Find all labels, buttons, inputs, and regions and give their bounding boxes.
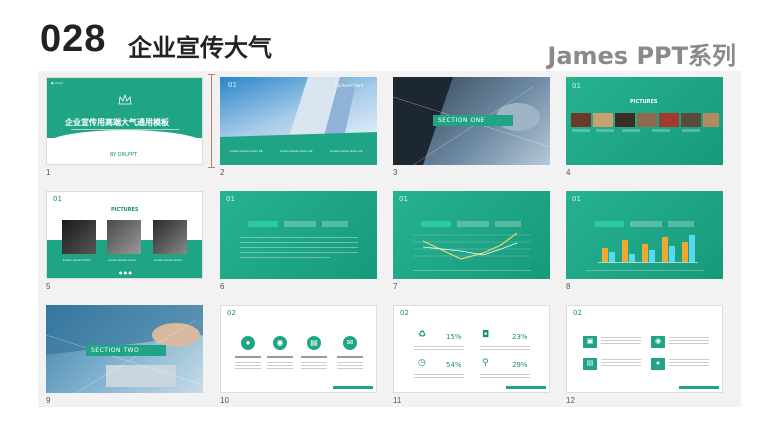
clock-icon: ◷ bbox=[418, 358, 426, 368]
chat-icon: ✉ bbox=[343, 336, 357, 350]
slide-num-4: 4 bbox=[566, 168, 571, 177]
recycle-icon: ♻ bbox=[418, 330, 427, 340]
slide-num-2: 2 bbox=[220, 168, 225, 177]
bulb-icon: ◉ bbox=[651, 336, 665, 348]
slide-1-title: 企业宣传用高端大气通用模板 bbox=[65, 118, 169, 127]
slide-num-11: 11 bbox=[393, 396, 402, 405]
slide-11-stat-3: 54% bbox=[446, 361, 462, 369]
slide-9-section: SECTION TWO bbox=[91, 347, 140, 354]
line-chart-mini bbox=[413, 232, 531, 260]
chart-icon: ▤ bbox=[583, 358, 597, 370]
crown-logo-icon bbox=[118, 94, 132, 105]
slide-thumb-4[interactable]: 01 PICTURES bbox=[566, 77, 723, 165]
slide-thumb-8[interactable]: 01 bbox=[566, 191, 723, 279]
slide-11-sec: 02 bbox=[400, 309, 409, 317]
slide-num-3: 3 bbox=[393, 168, 398, 177]
slide-4-label: PICTURES bbox=[630, 99, 658, 105]
slide-5-sec: 01 bbox=[53, 195, 62, 203]
doc-icon: ▣ bbox=[583, 336, 597, 348]
slide-1-byline: BY DRLPPT bbox=[110, 152, 137, 158]
slide-num-7: 7 bbox=[393, 282, 398, 291]
slide-num-9: 9 bbox=[46, 396, 51, 405]
slide-thumb-2[interactable]: 01 Contents here Lorem ipsum dolor sit L… bbox=[220, 77, 377, 165]
header-title: 企业宣传大气 bbox=[128, 34, 272, 62]
pin-icon: ⚲ bbox=[482, 358, 489, 368]
header-number: 028 bbox=[40, 18, 107, 60]
slide-5-label: PICTURES bbox=[111, 207, 139, 213]
bar-chart-mini bbox=[598, 233, 698, 263]
bulb-icon: ◉ bbox=[273, 336, 287, 350]
slide-11-stat-2: 23% bbox=[512, 333, 528, 341]
slide-11-stat-1: 15% bbox=[446, 333, 462, 341]
header-brand: James PPT系列 bbox=[547, 42, 736, 70]
slide-7-sec: 01 bbox=[399, 195, 408, 203]
slide-thumb-12[interactable]: 02 ▣ ◉ ▤ ● bbox=[566, 305, 723, 393]
slide-num-8: 8 bbox=[566, 282, 571, 291]
slide-thumb-5[interactable]: 01 PICTURES Lorem ipsum dolor Lorem ipsu… bbox=[46, 191, 203, 279]
slide-thumb-9[interactable]: SECTION TWO bbox=[46, 305, 203, 393]
slide-num-1: 1 bbox=[46, 168, 51, 177]
resize-marker-bottom bbox=[208, 167, 215, 168]
slide-num-6: 6 bbox=[220, 282, 225, 291]
slide-num-12: 12 bbox=[566, 396, 575, 405]
slide-num-5: 5 bbox=[46, 282, 51, 291]
user-icon: ● bbox=[651, 358, 665, 370]
slide-8-sec: 01 bbox=[572, 195, 581, 203]
slide-3-section: SECTION ONE bbox=[438, 117, 485, 124]
slide-thumb-1[interactable]: ● LOGO 企业宣传用高端大气通用模板 BY DRLPPT bbox=[46, 77, 203, 165]
slide-thumb-11[interactable]: 02 ♻ 15% ◘ 23% ◷ 54% ⚲ 29% bbox=[393, 305, 550, 393]
slide-11-stat-4: 29% bbox=[512, 361, 528, 369]
slide-num-10: 10 bbox=[220, 396, 229, 405]
slide-thumb-3[interactable]: SECTION ONE bbox=[393, 77, 550, 165]
user-icon: ● bbox=[241, 336, 255, 350]
slide-thumb-10[interactable]: 02 ● ◉ ▤ ✉ bbox=[220, 305, 377, 393]
slide-thumb-6[interactable]: 01 bbox=[220, 191, 377, 279]
chart-icon: ▤ bbox=[307, 336, 321, 350]
camera-icon: ◘ bbox=[482, 330, 490, 340]
slide-6-sec: 01 bbox=[226, 195, 235, 203]
slide-10-sec: 02 bbox=[227, 309, 236, 317]
slide-12-sec: 02 bbox=[573, 309, 582, 317]
slide-thumb-7[interactable]: 01 bbox=[393, 191, 550, 279]
resize-marker bbox=[211, 74, 212, 167]
resize-marker-top bbox=[208, 74, 215, 75]
